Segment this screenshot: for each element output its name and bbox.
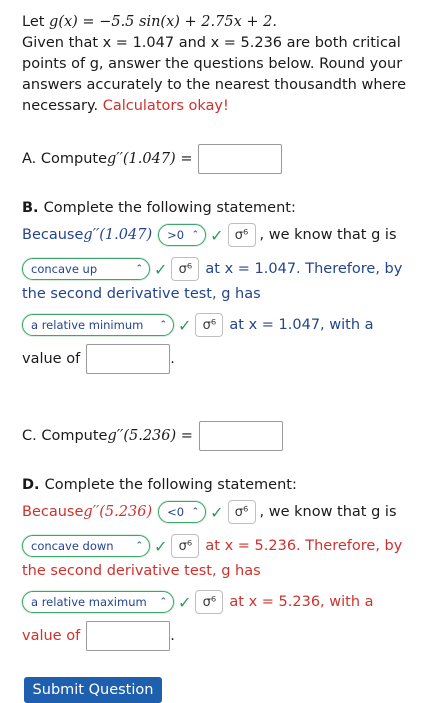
sigma-icon[interactable]: σ⁶ (195, 590, 224, 614)
part-b-sdt-text: the second derivative test, g has (22, 286, 261, 302)
chevron-updown-icon: ⌃ (159, 320, 167, 330)
part-d-because-row: Because g′′(5.236) <0 ⌃ ✓ σ⁶ , we know th… (22, 500, 397, 524)
chevron-updown-icon: ⌃ (159, 597, 167, 607)
part-b-extremum-row: a relative minimum ⌃ ✓ σ⁶ at x = 1.047, w… (22, 313, 374, 337)
part-a-expr: g′′(1.047) = (107, 151, 193, 167)
part-b-concavity-row: concave up ⌃ ✓ σ⁶ at x = 1.047. Therefore… (22, 257, 402, 281)
chevron-updown-icon: ⌃ (135, 264, 143, 274)
part-d-concavity-select[interactable]: concave down ⌃ (22, 535, 150, 557)
part-d-extremum-row: a relative maximum ⌃ ✓ σ⁶ at x = 5.236, w… (22, 590, 374, 614)
part-c-expr: g′′(5.236) = (107, 428, 193, 444)
sigma-icon[interactable]: σ⁶ (227, 500, 256, 524)
part-b-value-row: value of . (22, 344, 175, 374)
check-icon: ✓ (210, 502, 224, 522)
part-d-value-input[interactable] (86, 621, 171, 651)
part-a-answer-input[interactable] (198, 144, 283, 174)
sigma-icon[interactable]: σ⁶ (171, 257, 200, 281)
part-d-extremum-select[interactable]: a relative maximum ⌃ (22, 591, 174, 613)
part-c-label: C. (22, 428, 37, 444)
part-b-extremum-select[interactable]: a relative minimum ⌃ (22, 314, 174, 336)
chevron-updown-icon: ⌃ (191, 507, 200, 517)
part-d-heading: D. Complete the following statement: (22, 477, 297, 493)
submit-question-button[interactable]: Submit Question (24, 677, 162, 703)
part-b-expr: g′′(1.047) (83, 227, 153, 243)
check-icon: ✓ (178, 315, 192, 335)
sigma-icon[interactable]: σ⁶ (171, 534, 200, 558)
calculator-note: Calculators okay! (102, 98, 229, 114)
problem-instructions: Given that x = 1.047 and x = 5.236 are b… (22, 35, 406, 114)
part-d-sign-select[interactable]: <0 ⌃ (158, 501, 207, 523)
part-b-sign-select[interactable]: >0 ⌃ (158, 224, 207, 246)
part-a-label: A. (22, 151, 37, 167)
part-b-concavity-select[interactable]: concave up ⌃ (22, 258, 150, 280)
sigma-icon[interactable]: σ⁶ (227, 223, 256, 247)
part-d-concavity-row: concave down ⌃ ✓ σ⁶ at x = 5.236. Therefo… (22, 534, 402, 558)
chevron-updown-icon: ⌃ (135, 541, 143, 551)
check-icon: ✓ (178, 592, 192, 612)
check-icon: ✓ (154, 536, 168, 556)
part-b-value-input[interactable] (86, 344, 171, 374)
part-d-sdt-text: the second derivative test, g has (22, 563, 261, 579)
part-d-expr: g′′(5.236) (83, 504, 153, 520)
part-b-heading: B. Complete the following statement: (22, 200, 296, 216)
sigma-icon[interactable]: σ⁶ (195, 313, 224, 337)
part-d-value-row: value of . (22, 621, 175, 651)
chevron-updown-icon: ⌃ (191, 230, 200, 240)
check-icon: ✓ (210, 225, 224, 245)
part-c-answer-input[interactable] (198, 421, 283, 451)
part-c: C. Compute g′′(5.236) = (22, 421, 283, 451)
problem-intro: Let g(x) = −5.5 sin(x) + 2.75x + 2. Give… (22, 12, 422, 117)
function-definition: Let g(x) = −5.5 sin(x) + 2.75x + 2. (22, 14, 277, 30)
part-a: A. Compute g′′(1.047) = (22, 144, 283, 174)
check-icon: ✓ (154, 259, 168, 279)
part-b-because-row: Because g′′(1.047) >0 ⌃ ✓ σ⁶ , we know th… (22, 223, 397, 247)
